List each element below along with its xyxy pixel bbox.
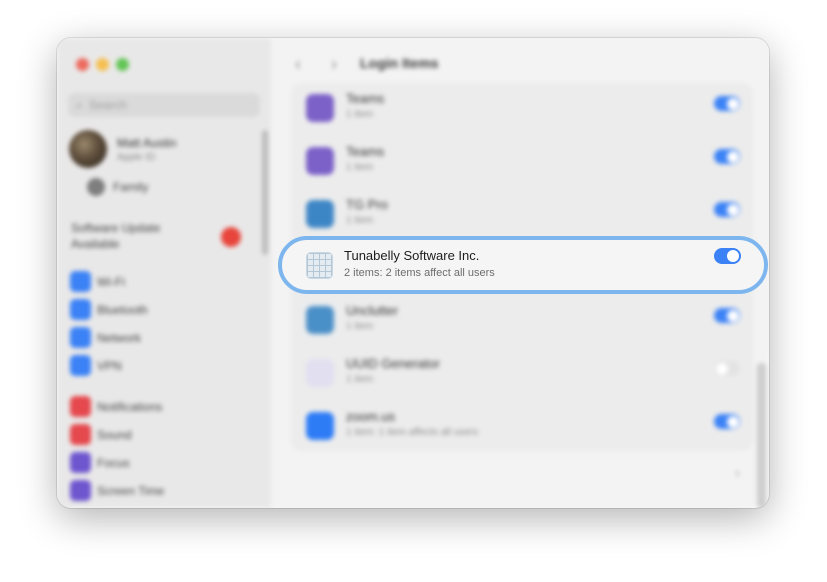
- search-field[interactable]: ⌕ Search: [68, 93, 260, 117]
- login-item-toggle[interactable]: [714, 202, 740, 217]
- sidebar-item-label: Focus: [97, 455, 130, 470]
- search-icon: ⌕: [76, 97, 83, 112]
- uuid-generator-icon: [306, 359, 334, 387]
- login-item-toggle[interactable]: [714, 361, 740, 376]
- forward-button[interactable]: ›: [331, 54, 337, 75]
- sidebar-item[interactable]: Focus: [70, 452, 130, 473]
- notifications-icon: [70, 396, 91, 417]
- login-item-subtitle: 1 item: [346, 374, 374, 385]
- login-item-toggle[interactable]: [714, 308, 740, 323]
- toggle-knob: [726, 203, 739, 216]
- sidebar-item-label: Bluetooth: [97, 302, 148, 317]
- login-item-subtitle: 2 items: 2 items affect all users: [344, 267, 495, 279]
- login-item-name: Unclutter: [346, 303, 399, 318]
- login-item-row[interactable]: zoom.us 1 item: 1 item affects all users: [302, 401, 750, 454]
- sidebar-item-family[interactable]: Family: [87, 178, 148, 196]
- toggle-knob: [726, 309, 739, 322]
- login-item-row[interactable]: TG Pro 1 item: [302, 189, 750, 242]
- sidebar-item-label: Sound: [97, 427, 132, 442]
- login-item-name: Tunabelly Software Inc.: [344, 248, 480, 263]
- back-button[interactable]: ‹: [295, 54, 301, 75]
- account-name: Matt Austin: [117, 135, 177, 150]
- sidebar-item-label: VPN: [97, 358, 122, 373]
- login-item-subtitle: 1 item: [346, 321, 374, 332]
- login-item-name: Teams: [346, 144, 385, 159]
- family-icon: [87, 178, 105, 196]
- login-item-row[interactable]: Teams 1 item: [302, 136, 750, 189]
- login-item-row[interactable]: UUID Generator 1 item: [302, 348, 750, 401]
- minimize-button[interactable]: [96, 58, 109, 71]
- toggle-knob: [726, 150, 739, 163]
- sidebar-item[interactable]: Sound: [70, 424, 132, 445]
- sidebar-item[interactable]: Screen Time: [70, 480, 164, 501]
- login-item-name: Teams: [346, 91, 385, 106]
- sidebar-item[interactable]: Bluetooth: [70, 299, 148, 320]
- login-item-subtitle: 1 item: 1 item affects all users: [346, 427, 479, 438]
- sidebar-scrollbar[interactable]: [262, 130, 268, 255]
- account-item[interactable]: Matt Austin Apple ID: [69, 130, 176, 168]
- app-placeholder-icon: [306, 252, 333, 279]
- login-item-subtitle: 1 item: [346, 215, 374, 226]
- bluetooth-icon: [70, 299, 91, 320]
- sidebar-item-label: Notifications: [97, 399, 163, 414]
- sidebar: ⌕ Search Matt Austin Apple ID Family Sof…: [57, 38, 272, 508]
- toggle-knob: [726, 415, 739, 428]
- software-update-item[interactable]: Software Update Available: [71, 220, 191, 252]
- sidebar-item-label: Screen Time: [97, 483, 165, 498]
- toggle-knob: [726, 97, 739, 110]
- sound-icon: [70, 424, 91, 445]
- login-item-name: UUID Generator: [346, 356, 440, 371]
- search-placeholder: Search: [88, 98, 127, 112]
- zoom-icon: [306, 412, 334, 440]
- network-icon: [70, 327, 91, 348]
- teams-icon: [306, 94, 334, 122]
- login-item-subtitle: 1 item: [346, 109, 374, 120]
- login-item-name: TG Pro: [346, 197, 388, 212]
- main-scrollbar[interactable]: [757, 363, 766, 508]
- sidebar-item[interactable]: VPN: [70, 355, 122, 376]
- highlighted-login-item[interactable]: Tunabelly Software Inc. 2 items: 2 items…: [278, 236, 768, 294]
- sidebar-item[interactable]: Wi-Fi: [70, 271, 125, 292]
- screen-time-icon: [70, 480, 91, 501]
- login-item-toggle[interactable]: [714, 414, 740, 429]
- vpn-icon: [70, 355, 91, 376]
- login-item-name: zoom.us: [346, 409, 396, 424]
- login-item-toggle[interactable]: [714, 96, 740, 111]
- update-badge: [221, 227, 241, 247]
- family-label: Family: [113, 180, 149, 194]
- toggle-knob: [727, 250, 739, 262]
- chevron-right-icon[interactable]: ›: [735, 464, 740, 480]
- login-item-toggle[interactable]: [714, 248, 741, 264]
- login-item-row[interactable]: Unclutter 1 item: [302, 295, 750, 348]
- login-item-row[interactable]: Teams 1 item: [302, 83, 750, 136]
- sidebar-item-label: Network: [97, 330, 142, 345]
- focus-icon: [70, 452, 91, 473]
- zoom-button[interactable]: [116, 58, 129, 71]
- tg-pro-icon: [306, 200, 334, 228]
- sidebar-item[interactable]: Network: [70, 327, 141, 348]
- login-item-subtitle: 1 item: [346, 162, 374, 173]
- unclutter-icon: [306, 306, 334, 334]
- close-button[interactable]: [76, 58, 89, 71]
- account-subtitle: Apple ID: [117, 151, 156, 163]
- sidebar-item-label: Wi-Fi: [97, 274, 125, 289]
- wifi-icon: [70, 271, 91, 292]
- page-title: Login Items: [360, 55, 439, 71]
- sidebar-item[interactable]: Notifications: [70, 396, 162, 417]
- teams-icon: [306, 147, 334, 175]
- login-item-toggle[interactable]: [714, 149, 740, 164]
- toggle-knob: [715, 362, 728, 375]
- avatar: [69, 130, 107, 168]
